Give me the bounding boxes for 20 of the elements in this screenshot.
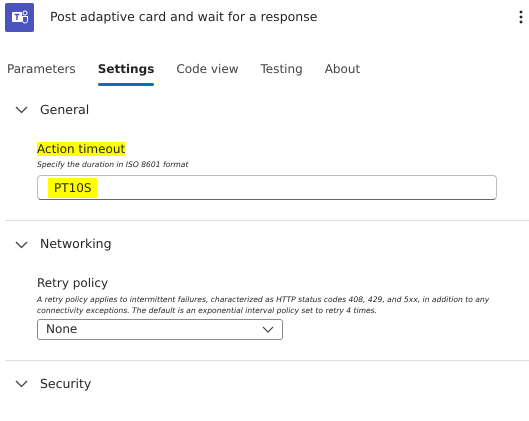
section-header[interactable]: Security [5, 360, 92, 394]
tab[interactable]: Code view [176, 56, 239, 86]
tab[interactable]: Testing [260, 56, 303, 86]
chevron-down-icon [15, 240, 28, 249]
chevron-down-icon [15, 106, 28, 114]
panel-title: Post adaptive card and wait for a response [50, 8, 318, 26]
chevron-down-icon [262, 326, 274, 332]
input-value: PT10S [48, 178, 98, 198]
input-field[interactable]: PT10S [37, 175, 497, 200]
section-header[interactable]: Networking [5, 221, 112, 254]
teams-logo-icon [5, 2, 34, 32]
more-options-icon[interactable] [519, 10, 523, 24]
field-label: Retry policy [37, 276, 108, 290]
dropdown[interactable]: None [37, 318, 283, 340]
tab[interactable]: Parameters [7, 56, 76, 86]
tab[interactable]: Settings [98, 56, 154, 86]
field-label: Action timeout [37, 142, 126, 156]
chevron-down-icon [15, 380, 28, 388]
tab[interactable]: About [324, 56, 360, 86]
section-header[interactable]: General [5, 87, 90, 120]
